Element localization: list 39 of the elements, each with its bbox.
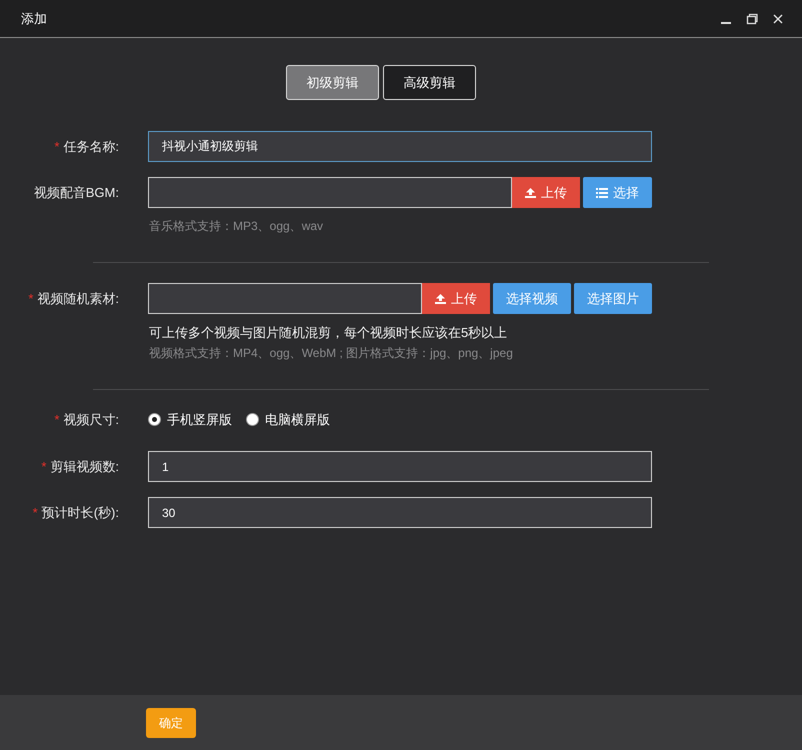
upload-button[interactable]: 上传 (512, 177, 580, 208)
radio-option[interactable]: 电脑横屏版 (246, 410, 330, 429)
select-button[interactable]: 选择视频 (493, 283, 571, 314)
maximize-icon (746, 12, 758, 24)
field-label: 视频随机素材: (37, 290, 119, 308)
field-label: 剪辑视频数: (50, 458, 119, 476)
close-icon (772, 12, 784, 24)
input-field[interactable]: 1 (148, 451, 652, 482)
upload-button[interactable]: 上传 (422, 283, 490, 314)
required-mark: * (41, 458, 46, 476)
field-label: 任务名称: (63, 138, 119, 156)
hint-text: 音乐格式支持：MP3、ogg、wav (149, 218, 324, 235)
upload-icon (435, 294, 446, 304)
input-field[interactable]: 30 (148, 497, 652, 528)
close-button[interactable] (772, 12, 784, 24)
hint-text: 视频格式支持：MP4、ogg、WebM ; 图片格式支持：jpg、png、jpeg (149, 344, 514, 362)
list-icon (596, 188, 608, 198)
required-mark: * (32, 504, 38, 522)
select-button[interactable]: 选择 (583, 177, 652, 208)
radio-button[interactable] (246, 412, 259, 426)
maximize-button[interactable] (746, 12, 758, 24)
radio-button[interactable] (148, 412, 161, 426)
field-label: 视频配音BGM: (34, 184, 119, 202)
field-label: 预计时长(秒): (42, 504, 119, 522)
info-text: 可上传多个视频与图片随机混剪，每个视频时长应该在5秒以上 (149, 324, 508, 342)
radio-option[interactable]: 手机竖屏版 (148, 410, 232, 429)
upload-icon (525, 188, 536, 198)
tab[interactable]: 初级剪辑 (286, 65, 379, 100)
required-mark: * (54, 138, 60, 156)
minimize-icon (721, 22, 731, 24)
file-path-field[interactable] (148, 177, 512, 208)
field-label: 视频尺寸: (63, 410, 119, 428)
tab[interactable]: 高级剪辑 (383, 65, 476, 100)
required-mark: * (54, 410, 60, 428)
input-field[interactable]: 抖视小通初级剪辑 (148, 131, 652, 162)
file-path-field[interactable] (148, 283, 422, 314)
required-mark: * (28, 290, 34, 308)
select-button[interactable]: 选择图片 (574, 283, 652, 314)
window-title: 添加 (21, 10, 48, 28)
